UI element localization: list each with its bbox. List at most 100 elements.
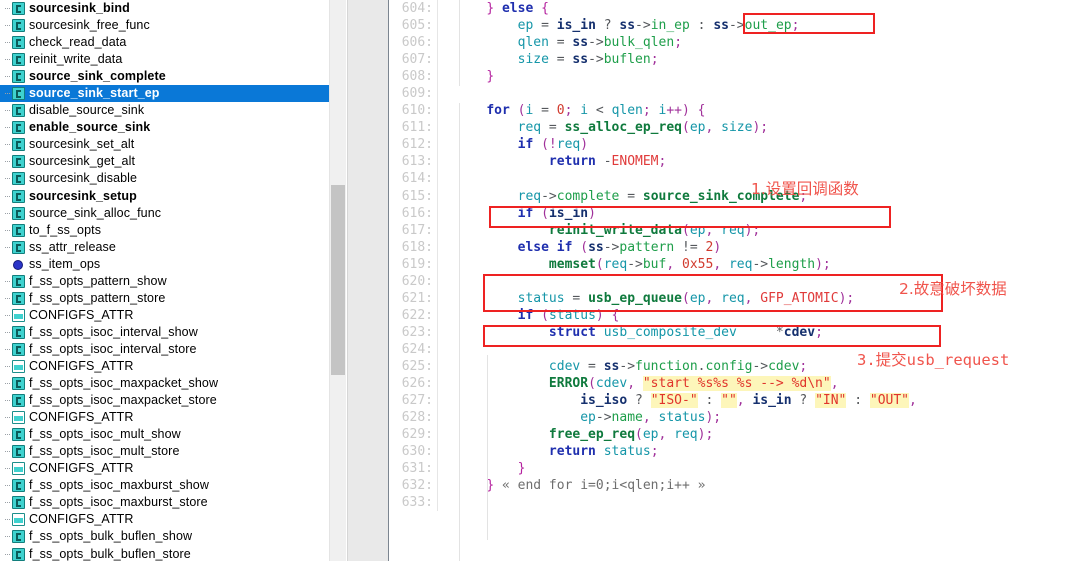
- symbol-item[interactable]: ss_item_ops: [0, 256, 346, 273]
- symbol-item[interactable]: CONFIGFS_ATTR: [0, 409, 346, 426]
- code-text[interactable]: else if (ss->pattern != 2): [451, 239, 1080, 256]
- symbol-item[interactable]: f_ss_opts_isoc_interval_store: [0, 341, 346, 358]
- fold-column[interactable]: [437, 51, 451, 69]
- code-line[interactable]: 618: else if (ss->pattern != 2): [389, 238, 1080, 256]
- code-text[interactable]: [451, 85, 1080, 102]
- code-line[interactable]: 626: ERROR(cdev, "start %s%s %s --> %d\n…: [389, 375, 1080, 393]
- code-editor[interactable]: 604: } else {605: ep = is_in ? ss->in_ep…: [389, 0, 1080, 561]
- code-line[interactable]: 607: size = ss->buflen;: [389, 51, 1080, 69]
- fold-column[interactable]: [437, 289, 451, 307]
- code-text[interactable]: qlen = ss->bulk_qlen;: [451, 34, 1080, 51]
- symbol-item[interactable]: CONFIGFS_ATTR: [0, 460, 346, 477]
- symbol-item[interactable]: f_ss_opts_isoc_maxburst_show: [0, 477, 346, 494]
- fold-column[interactable]: [437, 306, 451, 324]
- code-line[interactable]: 611: req = ss_alloc_ep_req(ep, size);: [389, 119, 1080, 137]
- code-text[interactable]: } else {: [451, 0, 1080, 17]
- symbol-item[interactable]: sourcesink_disable: [0, 170, 346, 187]
- symbol-item[interactable]: CONFIGFS_ATTR: [0, 511, 346, 528]
- symbol-item[interactable]: f_ss_opts_isoc_mult_store: [0, 443, 346, 460]
- code-line[interactable]: 616: if (is_in): [389, 204, 1080, 222]
- symbol-list[interactable]: sourcesink_bind sourcesink_free_func check…: [0, 0, 346, 561]
- code-line[interactable]: 615: req->complete = source_sink_complet…: [389, 187, 1080, 205]
- fold-column[interactable]: [437, 340, 451, 358]
- symbol-item[interactable]: f_ss_opts_pattern_store: [0, 290, 346, 307]
- fold-column[interactable]: [437, 119, 451, 137]
- code-text[interactable]: }: [451, 68, 1080, 85]
- symbol-item[interactable]: disable_source_sink: [0, 102, 346, 119]
- code-line[interactable]: 632: } « end for i=0;i<qlen;i++ »: [389, 477, 1080, 495]
- symbol-item[interactable]: source_sink_complete: [0, 68, 346, 85]
- symbol-item[interactable]: CONFIGFS_ATTR: [0, 307, 346, 324]
- code-line[interactable]: 623: struct usb_composite_dev *cdev;: [389, 323, 1080, 341]
- symbol-item[interactable]: source_sink_start_ep: [0, 85, 346, 103]
- code-text[interactable]: memset(req->buf, 0x55, req->length);: [451, 256, 1080, 273]
- symbol-item[interactable]: CONFIGFS_ATTR: [0, 358, 346, 375]
- fold-column[interactable]: [437, 409, 451, 427]
- code-line[interactable]: 605: ep = is_in ? ss->in_ep : ss->out_ep…: [389, 17, 1080, 35]
- symbol-item[interactable]: sourcesink_set_alt: [0, 136, 346, 153]
- fold-column[interactable]: [437, 375, 451, 393]
- code-line[interactable]: 622: if (status) {: [389, 306, 1080, 324]
- code-line[interactable]: 610: for (i = 0; i < qlen; i++) {: [389, 102, 1080, 120]
- panel-splitter[interactable]: [347, 0, 389, 561]
- code-text[interactable]: req = ss_alloc_ep_req(ep, size);: [451, 119, 1080, 136]
- fold-column[interactable]: [437, 460, 451, 478]
- code-line[interactable]: 609:: [389, 85, 1080, 103]
- fold-column[interactable]: [437, 68, 451, 86]
- code-line[interactable]: 617: reinit_write_data(ep, req);: [389, 221, 1080, 239]
- symbol-item[interactable]: f_ss_opts_isoc_mult_show: [0, 426, 346, 443]
- code-text[interactable]: ep = is_in ? ss->in_ep : ss->out_ep;: [451, 17, 1080, 34]
- code-text[interactable]: struct usb_composite_dev *cdev;: [451, 324, 1080, 341]
- fold-column[interactable]: [437, 238, 451, 256]
- fold-column[interactable]: [437, 272, 451, 290]
- symbol-item[interactable]: f_ss_opts_isoc_maxburst_store: [0, 494, 346, 511]
- fold-column[interactable]: [437, 426, 451, 444]
- fold-column[interactable]: [437, 85, 451, 103]
- code-text[interactable]: if (is_in): [451, 205, 1080, 222]
- fold-column[interactable]: [437, 153, 451, 171]
- code-text[interactable]: }: [451, 460, 1080, 477]
- code-line[interactable]: 627: is_iso ? "ISO-" : "", is_in ? "IN" …: [389, 392, 1080, 410]
- fold-column[interactable]: [437, 392, 451, 410]
- code-text[interactable]: [451, 494, 1080, 511]
- code-line[interactable]: 614:: [389, 170, 1080, 188]
- code-line[interactable]: 628: ep->name, status);: [389, 409, 1080, 427]
- symbol-item[interactable]: f_ss_opts_bulk_buflen_store: [0, 546, 346, 561]
- code-text[interactable]: size = ss->buflen;: [451, 51, 1080, 68]
- fold-column[interactable]: [437, 204, 451, 222]
- fold-column[interactable]: [437, 494, 451, 512]
- code-text[interactable]: return status;: [451, 443, 1080, 460]
- symbol-item[interactable]: reinit_write_data: [0, 51, 346, 68]
- fold-column[interactable]: [437, 443, 451, 461]
- fold-column[interactable]: [437, 34, 451, 52]
- fold-column[interactable]: [437, 477, 451, 495]
- code-text[interactable]: if (status) {: [451, 307, 1080, 324]
- code-text[interactable]: if (!req): [451, 136, 1080, 153]
- fold-column[interactable]: [437, 255, 451, 273]
- symbol-item[interactable]: sourcesink_setup: [0, 188, 346, 205]
- fold-column[interactable]: [437, 187, 451, 205]
- symbol-item[interactable]: f_ss_opts_isoc_interval_show: [0, 324, 346, 341]
- sidebar-scrollbar[interactable]: [329, 0, 346, 561]
- code-lines[interactable]: 604: } else {605: ep = is_in ? ss->in_ep…: [389, 0, 1080, 512]
- symbol-item[interactable]: sourcesink_free_func: [0, 17, 346, 34]
- sidebar-scrollbar-thumb[interactable]: [331, 185, 345, 375]
- fold-column[interactable]: [437, 102, 451, 120]
- symbol-item[interactable]: sourcesink_bind: [0, 0, 346, 17]
- code-line[interactable]: 619: memset(req->buf, 0x55, req->length)…: [389, 255, 1080, 273]
- symbol-tree-panel[interactable]: sourcesink_bind sourcesink_free_func check…: [0, 0, 347, 561]
- fold-column[interactable]: [437, 170, 451, 188]
- symbol-item[interactable]: source_sink_alloc_func: [0, 205, 346, 222]
- code-text[interactable]: is_iso ? "ISO-" : "", is_in ? "IN" : "OU…: [451, 392, 1080, 409]
- fold-column[interactable]: [437, 0, 451, 18]
- symbol-item[interactable]: ss_attr_release: [0, 239, 346, 256]
- code-line[interactable]: 633:: [389, 494, 1080, 512]
- code-line[interactable]: 612: if (!req): [389, 136, 1080, 154]
- fold-column[interactable]: [437, 357, 451, 376]
- code-line[interactable]: 631: }: [389, 460, 1080, 478]
- symbol-item[interactable]: check_read_data: [0, 34, 346, 51]
- code-text[interactable]: return -ENOMEM;: [451, 153, 1080, 170]
- code-text[interactable]: free_ep_req(ep, req);: [451, 426, 1080, 443]
- code-line[interactable]: 606: qlen = ss->bulk_qlen;: [389, 34, 1080, 52]
- code-line[interactable]: 613: return -ENOMEM;: [389, 153, 1080, 171]
